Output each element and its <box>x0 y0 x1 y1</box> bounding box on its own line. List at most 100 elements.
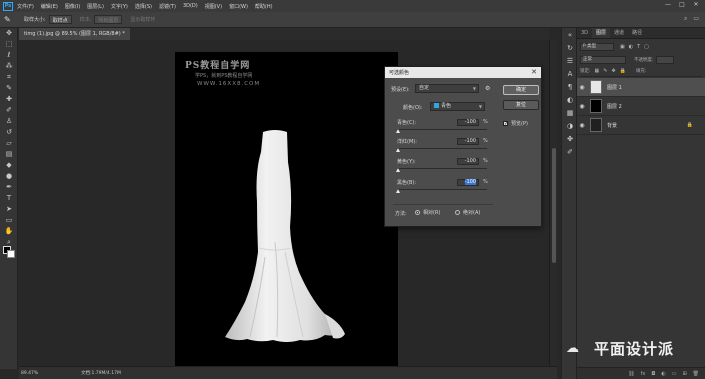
menu-help[interactable]: 帮助(H) <box>255 3 273 10</box>
menu-type[interactable]: 文字(Y) <box>111 3 128 10</box>
menu-filter[interactable]: 滤镜(T) <box>159 3 176 10</box>
preset-select[interactable]: 自定 ▼ <box>415 84 479 93</box>
show-sampling-ring-label[interactable]: 显示取样环 <box>130 16 155 23</box>
visibility-eye-icon[interactable]: ◉ <box>577 103 587 110</box>
magenta-slider-track[interactable] <box>397 148 487 149</box>
tab-layers[interactable]: 图层 <box>592 28 611 38</box>
swatches-icon[interactable]: ▦ <box>564 108 576 119</box>
color-icon[interactable]: ◐ <box>564 95 576 106</box>
document-size[interactable]: 文档:1.79M/4.17M <box>81 370 121 376</box>
magenta-input[interactable]: -100 <box>457 138 479 145</box>
scrollbar-thumb[interactable] <box>552 148 556 263</box>
adjustments-icon[interactable]: ◑ <box>564 121 576 132</box>
eyedropper-tool-icon[interactable]: ✎ <box>2 83 16 94</box>
paragraph-icon[interactable]: ¶ <box>564 82 576 93</box>
link-layers-icon[interactable]: ⛓ <box>628 371 634 377</box>
move-tool-icon[interactable]: ✥ <box>2 28 16 39</box>
layer-name[interactable]: 背景 <box>607 122 617 129</box>
relative-label[interactable]: 相对(R) <box>423 209 440 216</box>
menu-edit[interactable]: 编辑(E) <box>41 3 58 10</box>
tab-paths[interactable]: 路径 <box>628 28 646 38</box>
search-icon[interactable]: ⌕ <box>684 15 687 23</box>
reset-button[interactable]: 复位 <box>503 100 539 110</box>
sample-size-select[interactable]: 取样点 <box>48 15 72 24</box>
absolute-label[interactable]: 绝对(A) <box>463 209 480 216</box>
visibility-eye-icon[interactable]: ◉ <box>577 84 587 91</box>
brushes-icon[interactable]: ✐ <box>564 147 576 158</box>
rectangle-tool-icon[interactable]: ▭ <box>2 215 16 226</box>
hand-tool-icon[interactable]: ✋ <box>2 226 16 237</box>
close-window-button[interactable]: ✕ <box>689 1 703 8</box>
pixel-filter-icon[interactable]: ▣ <box>620 44 625 50</box>
vertical-scrollbar[interactable] <box>549 40 557 366</box>
blend-mode-select[interactable]: 正常 <box>580 55 626 64</box>
close-icon[interactable]: ✕ <box>531 68 537 76</box>
layer-row[interactable]: ◉ 背景 🔒 <box>577 116 705 135</box>
lock-pixels-icon[interactable]: ▦ <box>595 68 600 74</box>
layer-row[interactable]: ◉ 图层 1 <box>577 78 705 97</box>
shape-filter-icon[interactable]: ▢ <box>644 44 649 50</box>
menu-image[interactable]: 图像(I) <box>65 3 80 10</box>
menu-layer[interactable]: 图层(L) <box>87 3 104 10</box>
yellow-slider-track[interactable] <box>397 168 487 169</box>
dodge-tool-icon[interactable]: ● <box>2 171 16 182</box>
blur-tool-icon[interactable]: ◆ <box>2 160 16 171</box>
pen-tool-icon[interactable]: ✒ <box>2 182 16 193</box>
ok-button[interactable]: 确定 <box>503 85 539 95</box>
layer-row[interactable]: ◉ 图层 2 <box>577 97 705 116</box>
document-tab[interactable]: timg (1).jpg @ 89.5% (图层 1, RGB/8#) * <box>19 28 130 40</box>
type-filter-icon[interactable]: T <box>637 44 640 50</box>
lock-paint-icon[interactable]: ✎ <box>603 68 607 74</box>
lasso-tool-icon[interactable]: ℓ <box>2 50 16 61</box>
tab-channels[interactable]: 通道 <box>610 28 628 38</box>
cyan-input[interactable]: -100 <box>457 119 479 126</box>
workspace-icon[interactable]: ▭ <box>693 15 699 23</box>
sample-select[interactable]: 所有图层 <box>94 15 123 24</box>
menu-select[interactable]: 选择(S) <box>135 3 152 10</box>
layer-kind-select[interactable]: P 类型 <box>580 42 614 51</box>
yellow-slider-thumb[interactable] <box>396 168 400 172</box>
brush-tool-icon[interactable]: ✐ <box>2 105 16 116</box>
cyan-slider-track[interactable] <box>397 129 487 130</box>
yellow-input[interactable]: -100 <box>457 158 479 165</box>
quick-select-tool-icon[interactable]: ⁂ <box>2 61 16 72</box>
opacity-input[interactable] <box>655 55 674 64</box>
magenta-slider-thumb[interactable] <box>396 148 400 152</box>
preset-options-icon[interactable]: ⚙ <box>485 85 490 92</box>
new-adjustment-icon[interactable]: ◐ <box>661 371 665 377</box>
dialog-titlebar[interactable]: 可选颜色 ✕ <box>385 67 541 78</box>
adjustment-filter-icon[interactable]: ◐ <box>629 44 633 50</box>
preview-checkbox[interactable]: ✓ <box>503 121 508 127</box>
type-tool-icon[interactable]: T <box>2 193 16 204</box>
history-brush-tool-icon[interactable]: ↺ <box>2 127 16 138</box>
clone-stamp-tool-icon[interactable]: ♙ <box>2 116 16 127</box>
visibility-eye-icon[interactable]: ◉ <box>577 122 587 129</box>
relative-radio[interactable] <box>415 210 420 215</box>
lock-all-icon[interactable]: 🔒 <box>620 68 626 74</box>
zoom-level[interactable]: 89.47% <box>21 371 61 376</box>
add-mask-icon[interactable]: ◘ <box>651 371 655 377</box>
black-slider-track[interactable] <box>397 189 487 190</box>
new-layer-icon[interactable]: ⊞ <box>682 371 686 377</box>
cyan-slider-thumb[interactable] <box>396 129 400 133</box>
menu-view[interactable]: 视图(V) <box>205 3 222 10</box>
marquee-tool-icon[interactable]: ⬚ <box>2 39 16 50</box>
menu-window[interactable]: 窗口(W) <box>229 3 248 10</box>
crop-tool-icon[interactable]: ⌗ <box>2 72 16 83</box>
document-canvas[interactable]: PS教程自学网 学PS，就到PS教程自学网 WWW.16XX8.COM <box>175 52 398 366</box>
healing-brush-tool-icon[interactable]: ✚ <box>2 94 16 105</box>
black-input[interactable]: -100 <box>457 179 479 186</box>
tab-3d[interactable]: 3D <box>577 28 592 38</box>
maximize-button[interactable]: □ <box>675 1 689 8</box>
minimize-button[interactable]: — <box>661 1 675 8</box>
history-icon[interactable]: ↻ <box>564 43 576 54</box>
gradient-tool-icon[interactable]: ▤ <box>2 149 16 160</box>
eraser-tool-icon[interactable]: ▱ <box>2 138 16 149</box>
lock-move-icon[interactable]: ✥ <box>611 68 615 74</box>
new-group-icon[interactable]: ▭ <box>672 371 677 377</box>
add-style-icon[interactable]: fx <box>641 371 646 377</box>
black-slider-thumb[interactable] <box>396 189 400 193</box>
character-icon[interactable]: A <box>564 69 576 80</box>
menu-file[interactable]: 文件(F) <box>17 3 34 10</box>
absolute-radio[interactable] <box>455 210 460 215</box>
